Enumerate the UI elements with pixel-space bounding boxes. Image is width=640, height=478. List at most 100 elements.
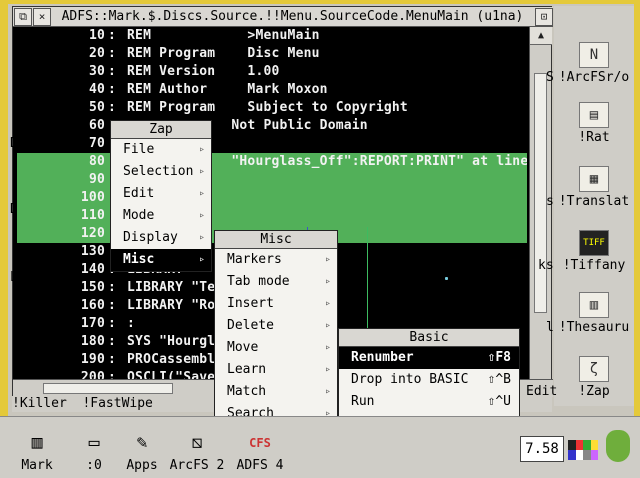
zap-app[interactable]: ζ !Zap: [554, 356, 634, 399]
line-separator: :: [107, 280, 117, 295]
menu-item-misc[interactable]: Misc ▹: [111, 249, 211, 271]
code-line[interactable]: 50: REM Program Subject to Copyright: [17, 99, 527, 117]
menu-item-drop-into-basic[interactable]: Drop into BASIC ⇧^B: [339, 369, 519, 391]
photo-frame-left: [0, 0, 8, 478]
rat-app[interactable]: ▤ !Rat: [554, 102, 634, 145]
line-number: 140: [80, 262, 105, 277]
back-icon[interactable]: ⧉: [14, 7, 32, 26]
tiffany-app[interactable]: TIFF !Tiffany: [554, 230, 634, 273]
submenu-arrow-icon: ▹: [324, 276, 331, 287]
menu-item-label: Drop into BASIC: [351, 372, 469, 387]
menu-item-learn[interactable]: Learn ▹: [215, 359, 337, 381]
line-number: 180: [80, 334, 105, 349]
menu-item-delete[interactable]: Delete ▹: [215, 315, 337, 337]
behind-window-letter: S: [546, 70, 554, 85]
arcfs-drive-icon: ⧅: [191, 432, 203, 453]
clock-display[interactable]: 7.58: [520, 436, 564, 462]
line-separator: :: [107, 316, 117, 331]
code-line[interactable]: 80: "Hourglass_Off":REPORT:PRINT" at lin…: [17, 153, 527, 171]
horizontal-scroll-thumb[interactable]: [43, 383, 173, 394]
menu-item-label: Edit: [123, 186, 155, 201]
menu-item-label: Misc: [123, 252, 155, 267]
toggle-size-icon[interactable]: ⊡: [535, 7, 553, 26]
app-label: !Tiffany: [562, 258, 626, 273]
menu-item-label: Run: [351, 394, 375, 409]
floppy-iconbar-item[interactable]: ▭:0: [70, 416, 118, 473]
code-line[interactable]: 30: REM Version 1.00: [17, 63, 527, 81]
menu-item-match[interactable]: Match ▹: [215, 381, 337, 403]
code-line[interactable]: 10: REM >MenuMain: [17, 27, 527, 45]
menu-item-renumber[interactable]: Renumber ⇧F8: [339, 347, 519, 369]
acorn-icon[interactable]: [606, 430, 630, 462]
menu-item-mode[interactable]: Mode ▹: [111, 205, 211, 227]
submenu-arrow-icon: ▹: [198, 166, 205, 177]
menu-shortcut: ⇧F8: [487, 350, 511, 365]
line-separator: :: [107, 334, 117, 349]
behind-window-letter: l: [546, 320, 554, 335]
palette-icon[interactable]: [568, 440, 598, 460]
vertical-scroll-thumb[interactable]: [534, 73, 547, 313]
line-number: 20: [88, 46, 105, 61]
menu-shortcut: ⇧^B: [487, 372, 511, 387]
iconbar-label: Mark: [21, 458, 53, 473]
zap-icon: ζ: [579, 356, 609, 382]
zap-menu[interactable]: Zap File ▹ Selection ▹ Edit ▹ Mode ▹ Display ▹ Mis…: [110, 120, 212, 272]
menu-item-label: Mode: [123, 208, 155, 223]
line-number: 50: [88, 100, 105, 115]
window-titlebar[interactable]: ⧉ × ADFS::Mark.$.Discs.Source.!!Menu.Sou…: [13, 7, 553, 27]
translator-app[interactable]: ▦ !Translat: [554, 166, 634, 209]
scroll-up-icon[interactable]: ▲: [530, 27, 552, 45]
code-line[interactable]: 90:: [17, 171, 527, 189]
thesaurus-app[interactable]: ▥ !Thesauru: [554, 292, 634, 335]
menu-item-tab-mode[interactable]: Tab mode ▹: [215, 271, 337, 293]
submenu-arrow-icon: ▹: [198, 254, 205, 265]
line-text: PROCassemble: [119, 352, 224, 367]
submenu-arrow-icon: ▹: [198, 210, 205, 221]
submenu-arrow-icon: ▹: [324, 342, 331, 353]
menu-title: Misc: [215, 231, 337, 249]
behind-window-letter: s: [546, 194, 554, 209]
menu-item-file[interactable]: File ▹: [111, 139, 211, 161]
code-line[interactable]: 100:: [17, 189, 527, 207]
line-separator: :: [107, 46, 117, 61]
line-text: REM Program Subject to Copyright: [119, 100, 408, 115]
app-label: !Zap: [578, 384, 610, 399]
line-text: OSCLI("Save: [119, 370, 224, 379]
display-artifact-dot: [445, 277, 448, 280]
menu-item-run[interactable]: Run ⇧^U: [339, 391, 519, 413]
cfs-iconbar-item[interactable]: CFS ADFS 4: [230, 416, 290, 473]
menu-item-move[interactable]: Move ▹: [215, 337, 337, 359]
line-number: 130: [80, 244, 105, 259]
menu-item-label: Match: [227, 384, 267, 399]
submenu-arrow-icon: ▹: [198, 188, 205, 199]
line-number: 150: [80, 280, 105, 295]
line-number: 110: [80, 208, 105, 223]
harddisc-iconbar-item[interactable]: ▥ Mark: [10, 416, 64, 473]
menu-item-label: File: [123, 142, 155, 157]
code-line[interactable]: 40: REM Author Mark Moxon: [17, 81, 527, 99]
behind-window-letter: D: [10, 202, 18, 217]
iconbar-label: Apps: [126, 458, 158, 473]
menu-item-insert[interactable]: Insert ▹: [215, 293, 337, 315]
close-icon[interactable]: ×: [33, 7, 51, 26]
menu-item-selection[interactable]: Selection ▹: [111, 161, 211, 183]
code-line[interactable]: 60: Not Public Domain: [17, 117, 527, 135]
line-text: :: [119, 316, 136, 331]
submenu-arrow-icon: ▹: [324, 320, 331, 331]
menu-item-display[interactable]: Display ▹: [111, 227, 211, 249]
code-line[interactable]: 20: REM Program Disc Menu: [17, 45, 527, 63]
menu-item-edit[interactable]: Edit ▹: [111, 183, 211, 205]
arcfs-drive-iconbar-item[interactable]: ⧅ ArcFS 2: [164, 416, 230, 473]
line-separator: :: [107, 352, 117, 367]
arcfs-app[interactable]: N !ArcFSr/o: [554, 42, 634, 85]
line-number: 30: [88, 64, 105, 79]
code-line[interactable]: 110:: [17, 207, 527, 225]
line-number: 10: [88, 28, 105, 43]
menu-item-label: Markers: [227, 252, 282, 267]
apps-iconbar-item[interactable]: ✎ Apps: [120, 416, 164, 473]
code-line[interactable]: 70:: [17, 135, 527, 153]
menu-shortcut: ⇧^U: [487, 394, 511, 409]
menu-title: Zap: [111, 121, 211, 139]
menu-item-markers[interactable]: Markers ▹: [215, 249, 337, 271]
menu-item-label: Insert: [227, 296, 274, 311]
